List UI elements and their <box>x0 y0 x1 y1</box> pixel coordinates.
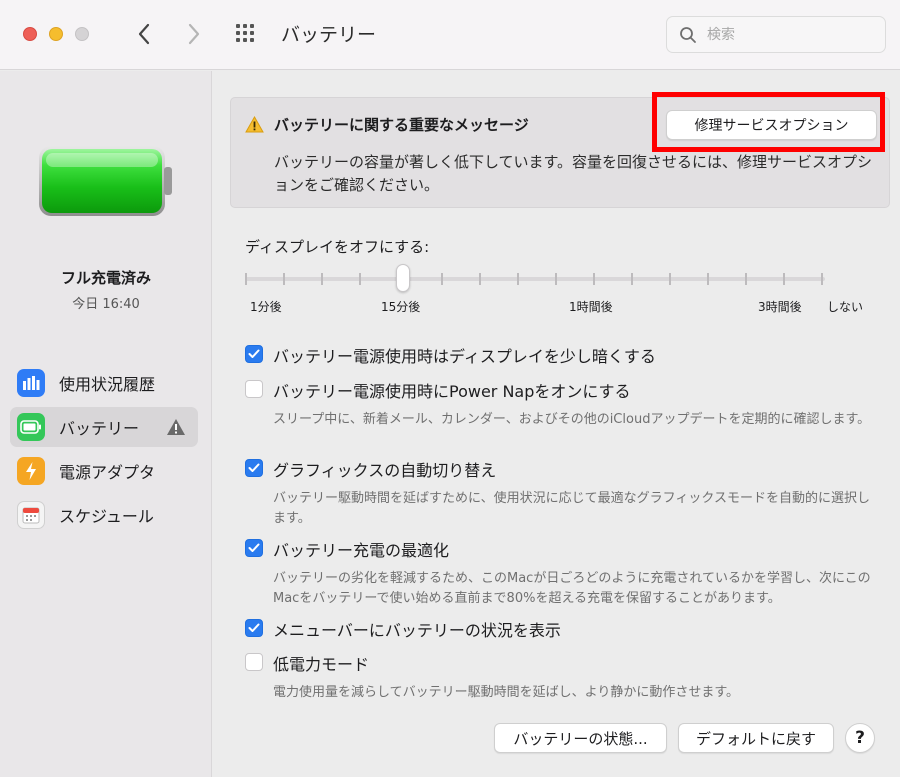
lightning-icon <box>17 457 45 485</box>
slider-tick <box>283 273 285 285</box>
checkmark-icon <box>248 623 260 632</box>
sidebar: フル充電済み 今日 16:40 使用状況履歴 バッテリー 電源アダプタ スケジュ… <box>0 71 212 777</box>
option-description: スリープ中に、新着メール、カレンダー、およびその他のiCloudアップデートを定… <box>273 412 871 427</box>
battery-full-icon <box>39 146 172 216</box>
tick-label-3hours: 3時間後 <box>758 300 802 314</box>
warning-icon <box>245 116 264 133</box>
option-label: バッテリー電源使用時にPower Napをオンにする <box>273 382 631 401</box>
option-description: 電力使用量を減らしてバッテリー駆動時間を延ばし、より静かに動作させます。 <box>273 685 740 700</box>
bar-chart-icon <box>17 369 45 397</box>
main-panel: バッテリーに関する重要なメッセージ バッテリーの容量が著しく低下しています。容量… <box>213 71 900 777</box>
sidebar-item-label: バッテリー <box>59 419 140 438</box>
sidebar-item-usage-history[interactable]: 使用状況履歴 <box>10 363 198 403</box>
battery-health-button[interactable]: バッテリーの状態... <box>494 723 667 753</box>
battery-icon <box>17 413 45 441</box>
help-button[interactable]: ? <box>845 723 875 753</box>
slider-tick <box>707 273 709 285</box>
checkbox-optimized-charging[interactable] <box>245 539 263 557</box>
checkmark-icon <box>248 543 260 552</box>
checkmark-icon <box>248 349 260 358</box>
repair-service-options-button[interactable]: 修理サービスオプション <box>666 110 877 140</box>
search-icon <box>680 27 696 43</box>
sidebar-item-power-adapter[interactable]: 電源アダプタ <box>10 451 198 491</box>
option-label: グラフィックスの自動切り替え <box>273 461 497 480</box>
display-off-label: ディスプレイをオフにする: <box>245 238 430 256</box>
slider-tick <box>359 273 361 285</box>
show-all-grid-button[interactable] <box>234 22 260 48</box>
slider-tick <box>593 273 595 285</box>
charge-time: 今日 16:40 <box>72 297 140 312</box>
slider-tick <box>479 273 481 285</box>
option-label: メニューバーにバッテリーの状況を表示 <box>273 621 561 640</box>
checkbox-power-nap[interactable] <box>245 380 263 398</box>
slider-tick <box>517 273 519 285</box>
forward-button[interactable] <box>180 20 208 48</box>
option-description: バッテリーの劣化を軽減するため、このMacが日ごろどのように充電されているかを学… <box>273 571 871 606</box>
chevron-right-icon <box>188 23 200 45</box>
slider-tick <box>821 273 823 285</box>
calendar-icon <box>17 501 45 529</box>
checkmark-icon <box>248 463 260 472</box>
checkbox-low-power-mode[interactable] <box>245 653 263 671</box>
slider-tick <box>631 273 633 285</box>
tick-label-never: しない <box>827 300 864 314</box>
option-description: バッテリー駆動時間を延ばすために、使用状況に応じて最適なグラフィックスモードを自… <box>273 491 870 526</box>
warning-icon <box>167 419 185 435</box>
window-title: バッテリー <box>281 24 377 46</box>
chevron-left-icon <box>138 23 150 45</box>
display-off-slider[interactable] <box>245 264 830 294</box>
tick-label-1hour: 1時間後 <box>569 300 613 314</box>
charge-status: フル充電済み <box>60 269 151 287</box>
sidebar-item-label: 電源アダプタ <box>59 463 156 482</box>
tick-label-15min: 15分後 <box>381 300 421 314</box>
option-label: バッテリー電源使用時はディスプレイを少し暗くする <box>273 347 656 366</box>
back-button[interactable] <box>130 20 158 48</box>
option-label: バッテリー充電の最適化 <box>273 541 450 560</box>
zoom-window-button[interactable] <box>75 27 89 41</box>
sidebar-item-schedule[interactable]: スケジュール <box>10 495 198 535</box>
checkbox-menu-bar-status[interactable] <box>245 619 263 637</box>
slider-tick <box>245 273 247 285</box>
search-input[interactable] <box>707 25 877 45</box>
option-label: 低電力モード <box>273 655 370 674</box>
checkbox-graphics-switching[interactable] <box>245 459 263 477</box>
sidebar-item-label: スケジュール <box>59 507 154 526</box>
slider-tick <box>669 273 671 285</box>
battery-alert-box: バッテリーに関する重要なメッセージ バッテリーの容量が著しく低下しています。容量… <box>230 97 890 208</box>
slider-tick <box>783 273 785 285</box>
restore-defaults-button[interactable]: デフォルトに戻す <box>678 723 834 753</box>
alert-message: バッテリーの容量が著しく低下しています。容量を回復させるには、修理サービスオプシ… <box>274 153 873 194</box>
slider-tick <box>555 273 557 285</box>
sidebar-item-battery[interactable]: バッテリー <box>10 407 198 447</box>
checkbox-dim-display[interactable] <box>245 345 263 363</box>
search-box[interactable] <box>666 16 886 53</box>
minimize-window-button[interactable] <box>49 27 63 41</box>
slider-tick <box>321 273 323 285</box>
close-window-button[interactable] <box>23 27 37 41</box>
slider-knob[interactable] <box>396 264 410 292</box>
slider-track <box>245 277 825 281</box>
alert-title: バッテリーに関する重要なメッセージ <box>274 116 529 134</box>
slider-tick <box>745 273 747 285</box>
title-bar: バッテリー <box>0 0 900 70</box>
slider-tick <box>441 273 443 285</box>
sidebar-item-label: 使用状況履歴 <box>59 375 156 394</box>
tick-label-1min: 1分後 <box>250 300 282 314</box>
